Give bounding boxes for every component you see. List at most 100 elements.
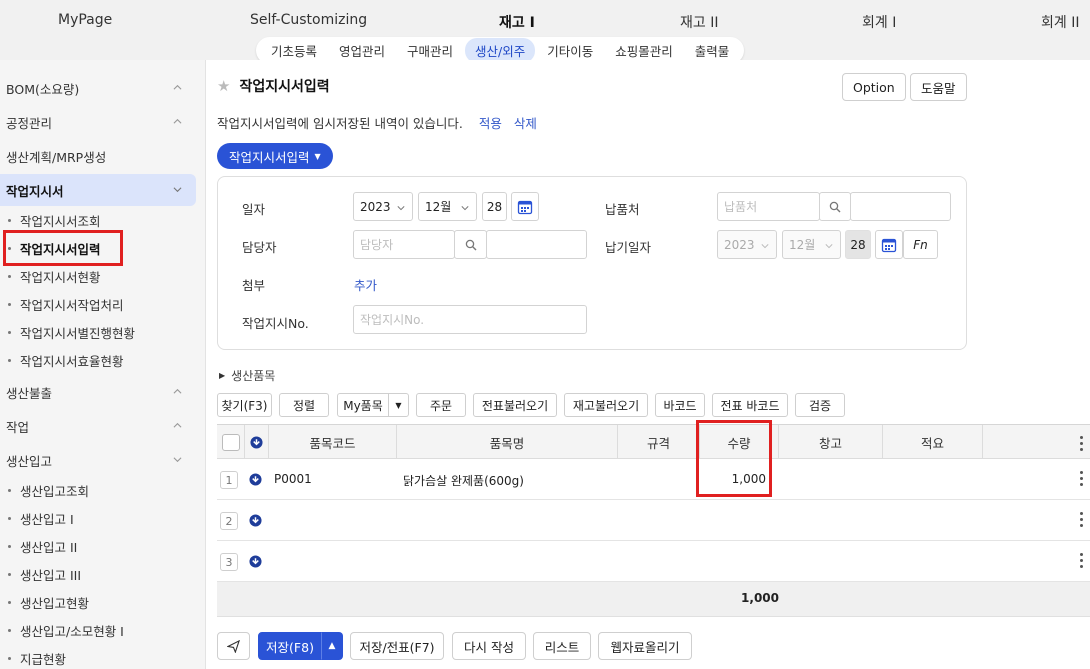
- table-row[interactable]: 1 P0001 닭가슴살 완제품(600g) 1,000: [217, 459, 1090, 500]
- rewrite-button[interactable]: 다시 작성: [452, 632, 526, 660]
- production-items-section-toggle[interactable]: ▶ 생산품목: [219, 367, 275, 384]
- nav-inventory-2[interactable]: 재고 II: [680, 12, 718, 32]
- due-day-input[interactable]: 28: [845, 230, 871, 259]
- nav-inventory-1[interactable]: 재고 I: [499, 12, 535, 32]
- sidebar-subitem-supply-status[interactable]: 지급현황: [8, 646, 66, 669]
- sidebar-subitem-receipt-status[interactable]: 생산입고현황: [8, 590, 89, 614]
- row-menu-icon[interactable]: [1080, 553, 1084, 571]
- sidebar-item-production-receipt[interactable]: 생산입고: [0, 444, 196, 476]
- main-content: ★ 작업지시서입력 Option 도움말 작업지시서입력에 임시저장된 내역이 …: [207, 60, 1090, 669]
- sidebar-subitem-work-order-list[interactable]: 작업지시서조회: [8, 208, 101, 232]
- manager-search-button[interactable]: [454, 230, 487, 259]
- item-name-cell[interactable]: 닭가슴살 완제품(600g): [403, 472, 524, 489]
- table-row[interactable]: 3: [217, 541, 1090, 582]
- year-select[interactable]: 2023: [353, 192, 413, 221]
- arrow-down-circle-icon[interactable]: [249, 473, 262, 486]
- highlight-box-sidebar: [3, 230, 123, 266]
- arrow-down-circle-icon[interactable]: [250, 435, 263, 449]
- sidebar-subitem-receipt-list[interactable]: 생산입고조회: [8, 478, 89, 502]
- sidebar-subitem-work-order-efficiency[interactable]: 작업지시서효율현황: [8, 348, 124, 372]
- sidebar-item-production-release[interactable]: 생산불출: [0, 376, 196, 408]
- sidebar-item-label: 작업지시서: [6, 183, 64, 199]
- header-expand-cell: [245, 425, 269, 459]
- sidebar-subitem-work-order-status[interactable]: 작업지시서현황: [8, 264, 101, 288]
- attach-add-link[interactable]: 추가: [354, 275, 377, 294]
- load-inventory-button[interactable]: 재고불러오기: [564, 393, 648, 417]
- sidebar-item-mrp[interactable]: 생산계획/MRP생성: [0, 140, 196, 172]
- day-input[interactable]: 28: [482, 192, 507, 221]
- sidebar-item-process[interactable]: 공정관리: [0, 106, 196, 138]
- select-all-checkbox[interactable]: [221, 433, 240, 451]
- save-button[interactable]: 저장(F8): [258, 632, 322, 660]
- save-slip-button[interactable]: 저장/전표(F7): [350, 632, 444, 660]
- bottom-action-bar: 저장(F8) ▲ 저장/전표(F7) 다시 작성 리스트 웹자료올리기: [207, 623, 1090, 669]
- nav-accounting-1[interactable]: 회계 I: [862, 12, 896, 32]
- arrow-down-circle-icon[interactable]: [249, 514, 262, 527]
- column-item-code[interactable]: 품목코드: [269, 425, 397, 459]
- due-year-select[interactable]: 2023: [717, 230, 777, 259]
- manager-name-field[interactable]: [486, 230, 587, 259]
- calendar-button[interactable]: [511, 192, 539, 221]
- nav-accounting-2[interactable]: 회계 II: [1041, 12, 1079, 32]
- find-button[interactable]: 찾기(F3): [217, 393, 272, 417]
- load-slip-button[interactable]: 전표불러오기: [473, 393, 557, 417]
- page-title: 작업지시서입력: [239, 79, 330, 95]
- order-no-input[interactable]: 작업지시No.: [353, 305, 587, 334]
- nav-mypage[interactable]: MyPage: [58, 12, 112, 28]
- sidebar-subitem-receipt-1[interactable]: 생산입고 I: [8, 506, 74, 530]
- vendor-search-button[interactable]: [819, 192, 851, 221]
- sidebar-subitem-receipt-2[interactable]: 생산입고 II: [8, 534, 77, 558]
- option-button[interactable]: Option: [842, 73, 906, 101]
- column-menu-icon[interactable]: [1080, 436, 1084, 454]
- arrow-down-circle-icon[interactable]: [249, 555, 262, 568]
- sidebar-item-work-order[interactable]: 작업지시서: [0, 174, 196, 206]
- sidebar-subitem-work-order-processing[interactable]: 작업지시서작업처리: [8, 292, 124, 316]
- fn-button[interactable]: Fn: [903, 230, 938, 259]
- chevron-down-icon: [173, 187, 182, 193]
- manager-input[interactable]: 담당자: [353, 230, 455, 259]
- due-calendar-button[interactable]: [875, 230, 903, 259]
- due-month-select[interactable]: 12월: [782, 230, 841, 259]
- row-menu-icon[interactable]: [1080, 512, 1084, 530]
- sort-button[interactable]: 정렬: [279, 393, 329, 417]
- list-button[interactable]: 리스트: [533, 632, 591, 660]
- chevron-down-icon: [461, 206, 469, 211]
- sidebar-subitem-work-order-progress[interactable]: 작업지시서별진행현황: [8, 320, 135, 344]
- highlight-box-quantity: [696, 420, 772, 497]
- due-date-label: 납기일자: [605, 240, 652, 255]
- vendor-name-field[interactable]: [850, 192, 951, 221]
- row-number: 3: [220, 553, 238, 571]
- barcode-button[interactable]: 바코드: [655, 393, 705, 417]
- web-upload-button[interactable]: 웹자료올리기: [598, 632, 692, 660]
- send-icon: [227, 639, 240, 653]
- favorite-star-icon[interactable]: ★: [217, 77, 230, 95]
- verify-button[interactable]: 검증: [795, 393, 845, 417]
- item-code-cell[interactable]: P0001: [274, 472, 312, 486]
- column-memo[interactable]: 적요: [883, 425, 983, 459]
- sidebar: BOM(소요량) 공정관리 생산계획/MRP생성 작업지시서 작업지시서조회 작…: [0, 60, 206, 669]
- table-row[interactable]: 2: [217, 500, 1090, 541]
- row-menu-icon[interactable]: [1080, 471, 1084, 489]
- sidebar-item-work[interactable]: 작업: [0, 410, 196, 442]
- sidebar-item-bom[interactable]: BOM(소요량): [0, 72, 196, 104]
- column-spec[interactable]: 규격: [618, 425, 700, 459]
- help-button[interactable]: 도움말: [910, 73, 967, 101]
- nav-self-customizing[interactable]: Self-Customizing: [250, 12, 367, 28]
- save-options-dropdown[interactable]: ▲: [321, 632, 343, 660]
- delete-link[interactable]: 삭제: [514, 116, 537, 131]
- sidebar-subitem-receipt-3[interactable]: 생산입고 III: [8, 562, 81, 586]
- send-button[interactable]: [217, 632, 250, 660]
- date-label: 일자: [242, 202, 266, 217]
- order-button[interactable]: 주문: [416, 393, 466, 417]
- sidebar-item-label: 생산입고: [6, 453, 53, 469]
- my-items-button[interactable]: My품목: [337, 393, 389, 417]
- column-item-name[interactable]: 품목명: [397, 425, 618, 459]
- slip-barcode-button[interactable]: 전표 바코드: [712, 393, 788, 417]
- month-select[interactable]: 12월: [418, 192, 477, 221]
- my-items-dropdown[interactable]: ▼: [388, 393, 409, 417]
- apply-link[interactable]: 적용: [479, 116, 502, 131]
- column-warehouse[interactable]: 창고: [779, 425, 883, 459]
- vendor-input[interactable]: 납품처: [717, 192, 820, 221]
- sidebar-subitem-receipt-consumption[interactable]: 생산입고/소모현황 I: [8, 618, 124, 642]
- work-order-dropdown-button[interactable]: 작업지시서입력 ▼: [217, 143, 333, 169]
